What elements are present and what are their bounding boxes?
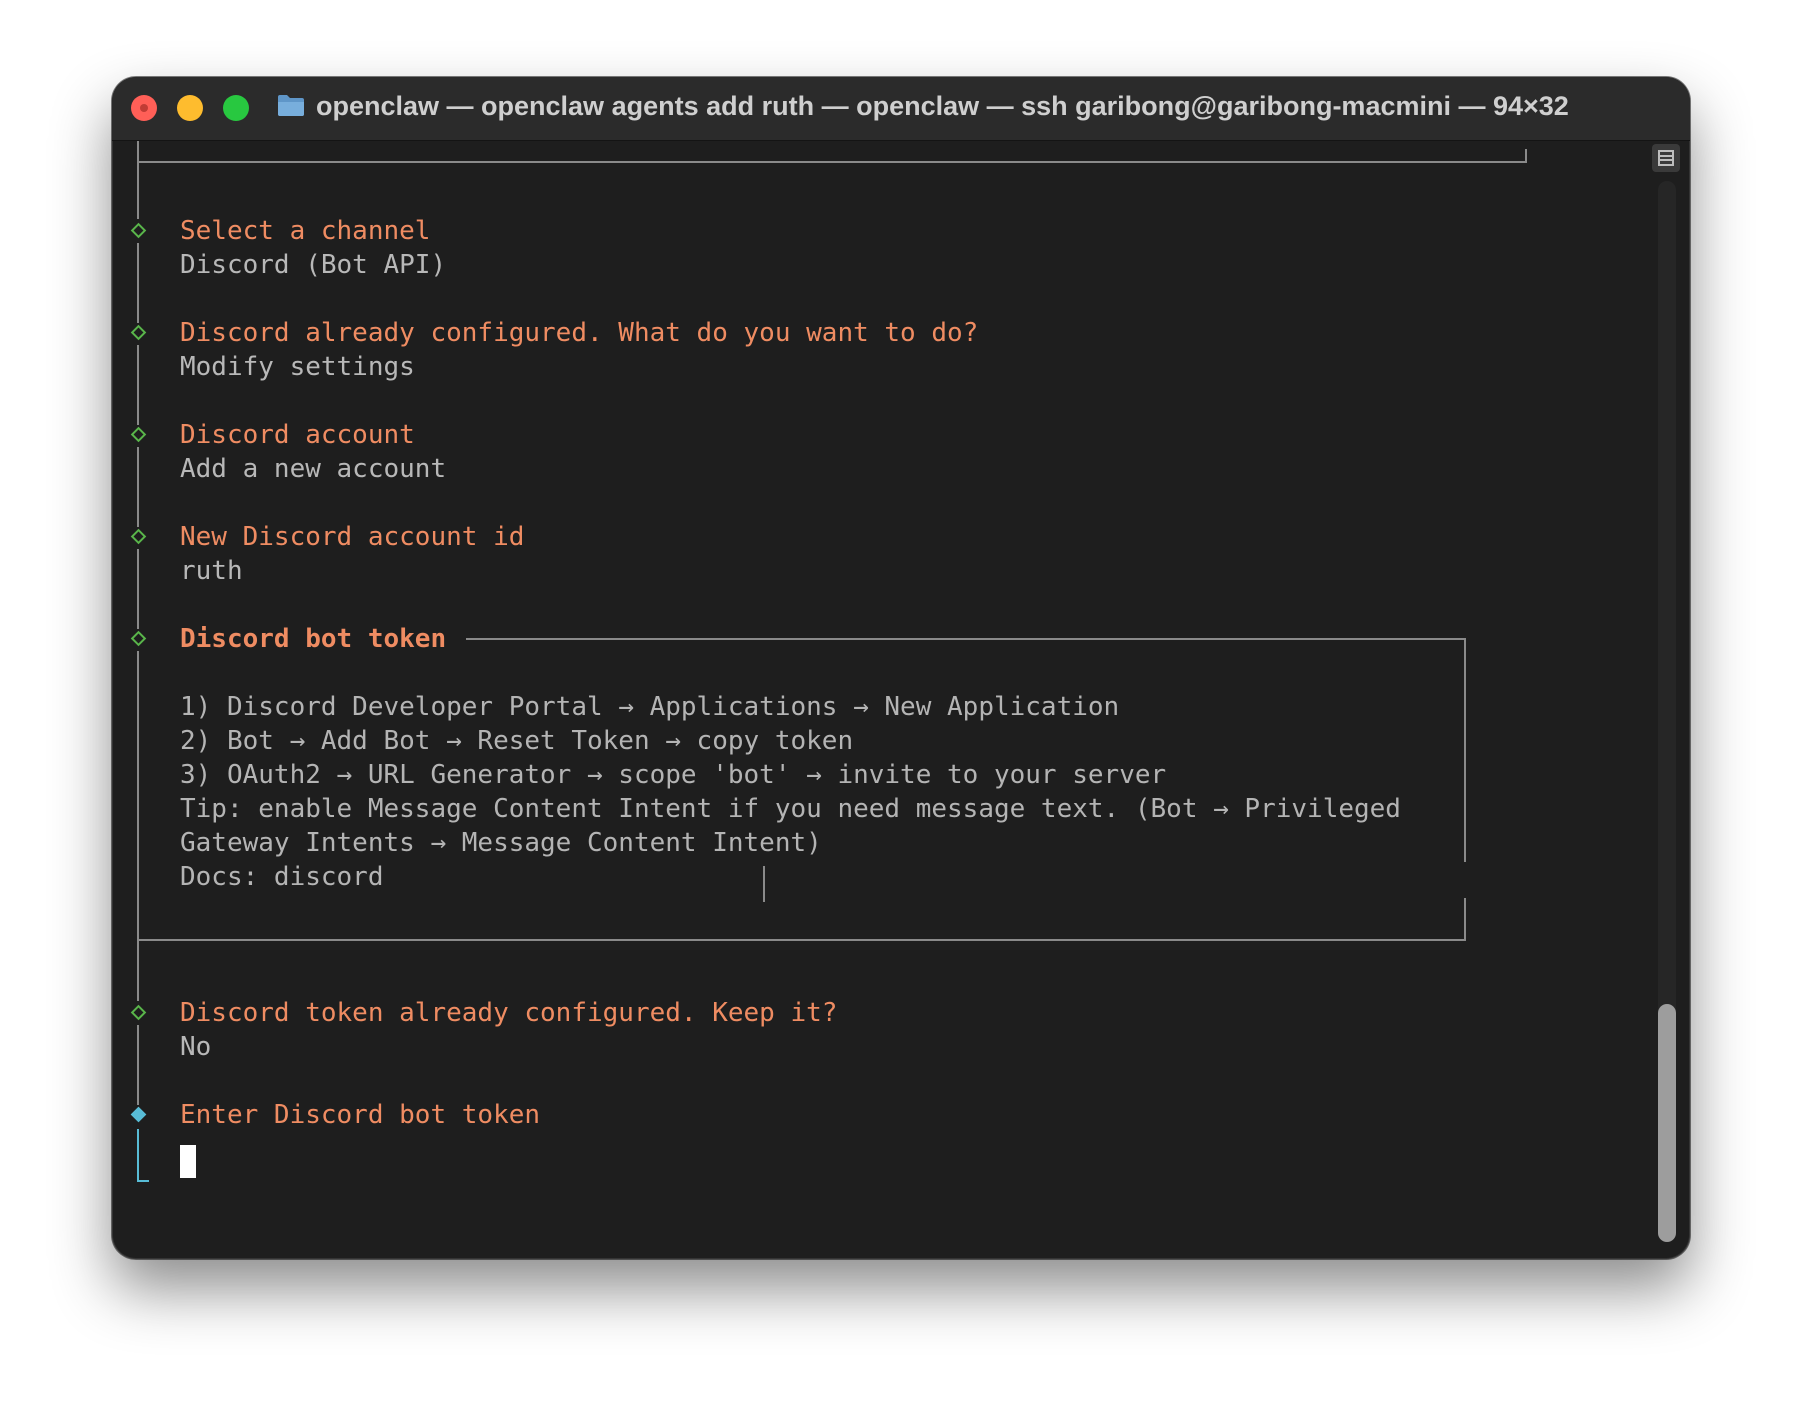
gutter-line: [137, 1180, 149, 1182]
gutter-line: [137, 939, 139, 1001]
close-button[interactable]: [131, 95, 157, 121]
filled-diamond-icon: [130, 1106, 147, 1123]
gutter-line: [137, 243, 139, 323]
hollow-diamond-icon: [130, 324, 147, 341]
hollow-diamond-icon: [130, 222, 147, 239]
step-prompt: Discord account: [180, 420, 415, 450]
gutter-line: [137, 163, 139, 219]
folder-icon: [278, 95, 304, 116]
note-line: Gateway Intents → Message Content Intent…: [180, 828, 822, 858]
gutter-line: [137, 345, 139, 425]
hollow-diamond-icon: [130, 1004, 147, 1021]
step-prompt: Select a channel: [180, 216, 431, 246]
note-line: 2) Bot → Add Bot → Reset Token → copy to…: [180, 726, 854, 756]
note-box-border: [1464, 898, 1466, 941]
gutter-line: [137, 651, 139, 941]
hollow-diamond-icon: [130, 426, 147, 443]
scroll-button-icon[interactable]: [1652, 144, 1680, 172]
step-prompt: New Discord account id: [180, 522, 525, 552]
step-answer: Discord (Bot API): [180, 250, 447, 280]
terminal-window: openclaw — openclaw agents add ruth — op…: [112, 77, 1690, 1259]
hollow-diamond-icon: [130, 528, 147, 545]
note-box-border: [137, 939, 1466, 941]
step-answer: Add a new account: [180, 454, 447, 484]
gutter-line: [137, 1025, 139, 1105]
step-answer: ruth: [180, 556, 243, 586]
active-prompt: Enter Discord bot token: [180, 1100, 541, 1130]
box-border: [137, 141, 139, 163]
box-border: [1525, 149, 1527, 163]
zoom-button[interactable]: [223, 95, 249, 121]
step-prompt: Discord token already configured. Keep i…: [180, 998, 838, 1028]
step-prompt: Discord already configured. What do you …: [180, 318, 979, 348]
box-border: [137, 161, 1527, 163]
step-answer: No: [180, 1032, 212, 1062]
minimize-button[interactable]: [177, 95, 203, 121]
hollow-diamond-icon: [130, 630, 147, 647]
scrollbar-thumb[interactable]: [1658, 1004, 1676, 1242]
window-title: openclaw — openclaw agents add ruth — op…: [316, 91, 1569, 121]
note-box-border: [466, 638, 1466, 640]
note-line: Docs: discord: [180, 862, 384, 892]
gutter-line: [137, 1129, 139, 1181]
note-line: Tip: enable Message Content Intent if yo…: [180, 794, 1401, 824]
note-title: Discord bot token: [180, 624, 447, 654]
note-line: 3) OAuth2 → URL Generator → scope 'bot' …: [180, 760, 1167, 790]
gutter-line: [137, 549, 139, 629]
step-answer: Modify settings: [180, 352, 415, 382]
title-bar[interactable]: openclaw — openclaw agents add ruth — op…: [112, 77, 1690, 141]
note-line: 1) Discord Developer Portal → Applicatio…: [180, 692, 1120, 722]
terminal-content[interactable]: Select a channel Discord (Bot API) Disco…: [112, 141, 1690, 1259]
text-cursor: [180, 1145, 196, 1178]
note-box-border: [1464, 638, 1466, 862]
gutter-line: [137, 447, 139, 527]
note-box-border: [763, 866, 765, 902]
